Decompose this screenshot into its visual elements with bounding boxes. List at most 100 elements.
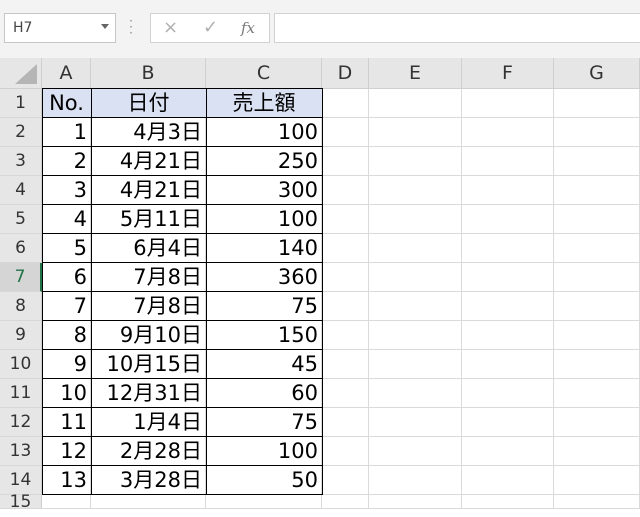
- cell-g12[interactable]: [554, 408, 640, 437]
- row-header-11[interactable]: 11: [0, 379, 42, 408]
- cell-g5[interactable]: [554, 205, 640, 234]
- table-cell[interactable]: 3: [42, 176, 91, 205]
- table-header-c[interactable]: 売上額: [206, 89, 322, 118]
- cell-g9[interactable]: [554, 321, 640, 350]
- cell-f13[interactable]: [462, 437, 554, 466]
- column-header-f[interactable]: F: [462, 58, 554, 89]
- table-cell[interactable]: 60: [206, 379, 322, 408]
- row-header-6[interactable]: 6: [0, 234, 42, 263]
- cell-e13[interactable]: [369, 437, 462, 466]
- row-header-2[interactable]: 2: [0, 118, 42, 147]
- cell-d4[interactable]: [322, 176, 369, 205]
- cell-e11[interactable]: [369, 379, 462, 408]
- row-header-5[interactable]: 5: [0, 205, 42, 234]
- cell-d8[interactable]: [322, 292, 369, 321]
- table-cell[interactable]: 2: [42, 147, 91, 176]
- cell-d11[interactable]: [322, 379, 369, 408]
- cell-g1[interactable]: [554, 89, 640, 118]
- cancel-icon[interactable]: ×: [163, 17, 178, 38]
- cell-d10[interactable]: [322, 350, 369, 379]
- cell-f2[interactable]: [462, 118, 554, 147]
- cell-g6[interactable]: [554, 234, 640, 263]
- cell-e8[interactable]: [369, 292, 462, 321]
- column-header-c[interactable]: C: [206, 58, 322, 89]
- cell-f15[interactable]: [462, 495, 554, 509]
- row-header-7[interactable]: 7: [0, 263, 42, 292]
- cell-g2[interactable]: [554, 118, 640, 147]
- table-cell[interactable]: 100: [206, 205, 322, 234]
- cell-g8[interactable]: [554, 292, 640, 321]
- table-cell[interactable]: 75: [206, 408, 322, 437]
- cell-g15[interactable]: [554, 495, 640, 509]
- table-cell[interactable]: 4月21日: [91, 147, 206, 176]
- cell-b15[interactable]: [91, 495, 206, 509]
- table-cell[interactable]: 12月31日: [91, 379, 206, 408]
- cell-g13[interactable]: [554, 437, 640, 466]
- table-cell[interactable]: 140: [206, 234, 322, 263]
- cell-f4[interactable]: [462, 176, 554, 205]
- table-cell[interactable]: 9: [42, 350, 91, 379]
- cell-d7[interactable]: [322, 263, 369, 292]
- cell-e9[interactable]: [369, 321, 462, 350]
- column-header-b[interactable]: B: [91, 58, 206, 89]
- cell-e10[interactable]: [369, 350, 462, 379]
- cell-g7[interactable]: [554, 263, 640, 292]
- table-cell[interactable]: 7月8日: [91, 292, 206, 321]
- cell-f8[interactable]: [462, 292, 554, 321]
- cell-e15[interactable]: [369, 495, 462, 509]
- column-header-g[interactable]: G: [554, 58, 640, 89]
- cell-e7[interactable]: [369, 263, 462, 292]
- cell-d15[interactable]: [322, 495, 369, 509]
- table-cell[interactable]: 9月10日: [91, 321, 206, 350]
- cell-g10[interactable]: [554, 350, 640, 379]
- cell-f3[interactable]: [462, 147, 554, 176]
- table-cell[interactable]: 11: [42, 408, 91, 437]
- cell-g4[interactable]: [554, 176, 640, 205]
- cell-f11[interactable]: [462, 379, 554, 408]
- column-header-a[interactable]: A: [42, 58, 91, 89]
- cell-d6[interactable]: [322, 234, 369, 263]
- table-cell[interactable]: 1: [42, 118, 91, 147]
- table-cell[interactable]: 300: [206, 176, 322, 205]
- cell-e5[interactable]: [369, 205, 462, 234]
- table-cell[interactable]: 250: [206, 147, 322, 176]
- table-cell[interactable]: 6: [42, 263, 91, 292]
- cell-e2[interactable]: [369, 118, 462, 147]
- cell-a15[interactable]: [42, 495, 91, 509]
- row-header-9[interactable]: 9: [0, 321, 42, 350]
- table-cell[interactable]: 13: [42, 466, 91, 495]
- row-header-14[interactable]: 14: [0, 466, 42, 495]
- table-header-a[interactable]: No.: [42, 89, 91, 118]
- cell-e1[interactable]: [369, 89, 462, 118]
- table-cell[interactable]: 150: [206, 321, 322, 350]
- cell-d9[interactable]: [322, 321, 369, 350]
- cell-d1[interactable]: [322, 89, 369, 118]
- table-cell[interactable]: 45: [206, 350, 322, 379]
- table-cell[interactable]: 75: [206, 292, 322, 321]
- row-header-1[interactable]: 1: [0, 89, 42, 118]
- column-header-d[interactable]: D: [322, 58, 369, 89]
- row-header-12[interactable]: 12: [0, 408, 42, 437]
- cell-f1[interactable]: [462, 89, 554, 118]
- cell-f7[interactable]: [462, 263, 554, 292]
- table-cell[interactable]: 4月21日: [91, 176, 206, 205]
- insert-function-icon[interactable]: fx: [241, 19, 255, 37]
- table-cell[interactable]: 7月8日: [91, 263, 206, 292]
- cell-e6[interactable]: [369, 234, 462, 263]
- formula-input[interactable]: [274, 13, 640, 43]
- cell-d12[interactable]: [322, 408, 369, 437]
- cell-f6[interactable]: [462, 234, 554, 263]
- table-cell[interactable]: 100: [206, 118, 322, 147]
- table-cell[interactable]: 1月4日: [91, 408, 206, 437]
- column-header-e[interactable]: E: [369, 58, 462, 89]
- table-cell[interactable]: 100: [206, 437, 322, 466]
- cell-e3[interactable]: [369, 147, 462, 176]
- chevron-down-icon[interactable]: [101, 24, 109, 29]
- table-cell[interactable]: 5: [42, 234, 91, 263]
- table-cell[interactable]: 12: [42, 437, 91, 466]
- cell-d3[interactable]: [322, 147, 369, 176]
- cell-f5[interactable]: [462, 205, 554, 234]
- row-header-4[interactable]: 4: [0, 176, 42, 205]
- cell-f10[interactable]: [462, 350, 554, 379]
- cell-c15[interactable]: [206, 495, 322, 509]
